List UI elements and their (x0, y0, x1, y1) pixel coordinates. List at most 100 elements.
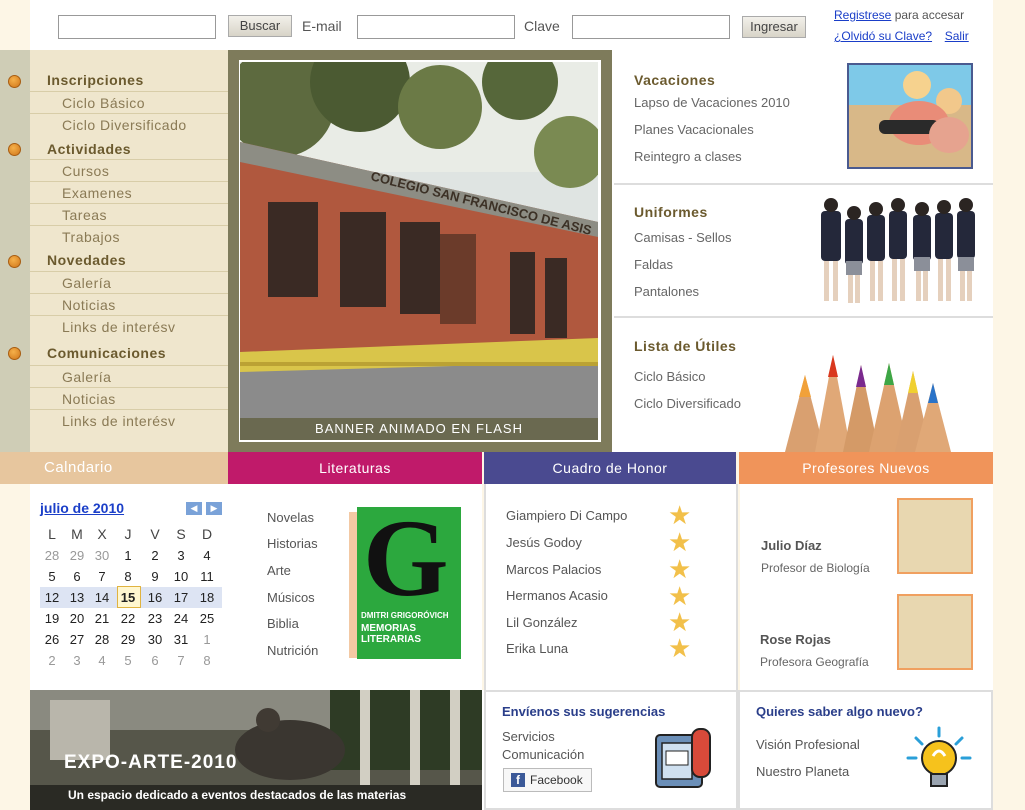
nuevo-item[interactable]: Visión Profesional (756, 737, 860, 752)
calendar-day[interactable]: 2 (143, 548, 167, 563)
facebook-button[interactable]: f Facebook (503, 768, 592, 792)
calendar-day[interactable]: 4 (90, 653, 114, 668)
calendar-day[interactable]: 20 (65, 611, 89, 626)
calendar-day[interactable]: 28 (40, 548, 64, 563)
sidebar-item-trabajos[interactable]: Trabajos (30, 225, 228, 247)
calendar-day[interactable]: 24 (169, 611, 193, 626)
calendar-day[interactable]: 3 (169, 548, 193, 563)
utiles-item[interactable]: Ciclo Básico (634, 369, 706, 384)
calendar-day[interactable]: 28 (90, 632, 114, 647)
sidebar-section-novedades[interactable]: Novedades (47, 252, 126, 268)
calendar-day[interactable]: 16 (143, 590, 167, 605)
uniformes-item[interactable]: Pantalones (634, 284, 699, 299)
calendar-day[interactable]: 1 (195, 632, 219, 647)
calendar-month[interactable]: julio de 2010 (40, 500, 124, 516)
sidebar-section-actividades[interactable]: Actividades (47, 141, 131, 157)
calendar-day[interactable]: 8 (195, 653, 219, 668)
calendar-day[interactable]: 29 (116, 632, 140, 647)
calendar-day[interactable]: 23 (143, 611, 167, 626)
calendar-day[interactable]: 17 (169, 590, 193, 605)
calendar-day[interactable]: 7 (169, 653, 193, 668)
calendar-day[interactable]: 6 (65, 569, 89, 584)
sidebar-item-cursos[interactable]: Cursos (30, 159, 228, 181)
vacaciones-item[interactable]: Lapso de Vacaciones 2010 (634, 95, 790, 110)
password-field[interactable] (572, 15, 730, 39)
profesor-name[interactable]: Rose Rojas (760, 632, 831, 647)
sugerencias-item[interactable]: Servicios (502, 729, 555, 744)
honor-name[interactable]: Marcos Palacios (506, 562, 601, 577)
calendar-day[interactable]: 12 (40, 590, 64, 605)
honor-name[interactable]: Hermanos Acasio (506, 588, 608, 603)
calendar-day[interactable]: 6 (143, 653, 167, 668)
calendar-day[interactable]: 3 (65, 653, 89, 668)
sidebar-item-noticias[interactable]: Noticias (30, 387, 228, 409)
login-button[interactable]: Ingresar (742, 16, 806, 38)
calendar-day[interactable]: 11 (195, 569, 219, 584)
sidebar-item-examenes[interactable]: Examenes (30, 181, 228, 203)
calendar-day[interactable]: 25 (195, 611, 219, 626)
nuevo-item[interactable]: Nuestro Planeta (756, 764, 849, 779)
profesor-photo[interactable] (897, 594, 973, 670)
calendar-day[interactable]: 2 (40, 653, 64, 668)
calendar-day[interactable]: 21 (90, 611, 114, 626)
search-input[interactable] (58, 15, 216, 39)
sidebar-section-inscripciones[interactable]: Inscripciones (47, 72, 144, 88)
sidebar-item-ciclo-basico[interactable]: Ciclo Básico (30, 91, 228, 113)
honor-name[interactable]: Giampiero Di Campo (506, 508, 627, 523)
sidebar-item-ciclo-diversificado[interactable]: Ciclo Diversificado (30, 113, 228, 135)
calendar-day[interactable]: 5 (116, 653, 140, 668)
literatura-item[interactable]: Historias (267, 536, 318, 551)
vacaciones-title[interactable]: Vacaciones (634, 72, 715, 88)
email-field[interactable] (357, 15, 515, 39)
calendar-day[interactable]: 18 (195, 590, 219, 605)
calendar-day[interactable]: 4 (195, 548, 219, 563)
prev-month-icon[interactable]: ◀ (186, 502, 202, 515)
literatura-item[interactable]: Arte (267, 563, 291, 578)
sidebar-item-galeria[interactable]: Galería (30, 271, 228, 293)
calendar-day[interactable]: 22 (116, 611, 140, 626)
calendar-day[interactable]: 7 (90, 569, 114, 584)
utiles-item[interactable]: Ciclo Diversificado (634, 396, 741, 411)
calendar-day[interactable]: 15 (116, 590, 140, 605)
sugerencias-item[interactable]: Comunicación (502, 747, 584, 762)
calendar-day[interactable]: 14 (90, 590, 114, 605)
uniformes-item[interactable]: Faldas (634, 257, 673, 272)
next-month-icon[interactable]: ▶ (206, 502, 222, 515)
honor-name[interactable]: Jesús Godoy (506, 535, 582, 550)
calendar-day[interactable]: 5 (40, 569, 64, 584)
calendar-day[interactable]: 13 (65, 590, 89, 605)
calendar-day[interactable]: 9 (143, 569, 167, 584)
calendar-day[interactable]: 10 (169, 569, 193, 584)
literatura-item[interactable]: Nutrición (267, 643, 318, 658)
sidebar-item-noticias[interactable]: Noticias (30, 293, 228, 315)
honor-name[interactable]: Lil González (506, 615, 578, 630)
calendar-day[interactable]: 29 (65, 548, 89, 563)
calendar-day[interactable]: 26 (40, 632, 64, 647)
expo-arte-banner[interactable]: EXPO-ARTE-2010 Un espacio dedicado a eve… (30, 690, 482, 810)
calendar-day[interactable]: 30 (90, 548, 114, 563)
profesor-photo[interactable] (897, 498, 973, 574)
sidebar-item-links[interactable]: Links de interésv (30, 315, 228, 337)
banner-photo[interactable]: COLEGIO SAN FRANCISCO DE ASIS (240, 62, 598, 420)
sidebar-item-links[interactable]: Links de interésv (30, 409, 228, 431)
uniformes-title[interactable]: Uniformes (634, 204, 708, 220)
literatura-item[interactable]: Músicos (267, 590, 315, 605)
calendar-day[interactable]: 8 (116, 569, 140, 584)
sugerencias-title[interactable]: Envíenos sus sugerencias (502, 704, 665, 719)
sidebar-item-tareas[interactable]: Tareas (30, 203, 228, 225)
uniformes-item[interactable]: Camisas - Sellos (634, 230, 732, 245)
forgot-password-link[interactable]: ¿Olvidó su Clave? (834, 29, 932, 43)
sidebar-section-comunicaciones[interactable]: Comunicaciones (47, 345, 166, 361)
profesor-name[interactable]: Julio Díaz (761, 538, 822, 553)
calendar-day[interactable]: 27 (65, 632, 89, 647)
calendar-day[interactable]: 31 (169, 632, 193, 647)
sidebar-item-galeria[interactable]: Galería (30, 365, 228, 387)
utiles-title[interactable]: Lista de Útiles (634, 338, 736, 354)
logout-link[interactable]: Salir (945, 29, 969, 43)
book-cover[interactable]: G DMITRI GRIGORÓVICH MEMORIAS LITERARIAS (357, 507, 461, 659)
calendar-day[interactable]: 30 (143, 632, 167, 647)
nuevo-title[interactable]: Quieres saber algo nuevo? (756, 704, 923, 719)
literatura-item[interactable]: Biblia (267, 616, 299, 631)
vacaciones-item[interactable]: Reintegro a clases (634, 149, 742, 164)
calendar-day[interactable]: 19 (40, 611, 64, 626)
